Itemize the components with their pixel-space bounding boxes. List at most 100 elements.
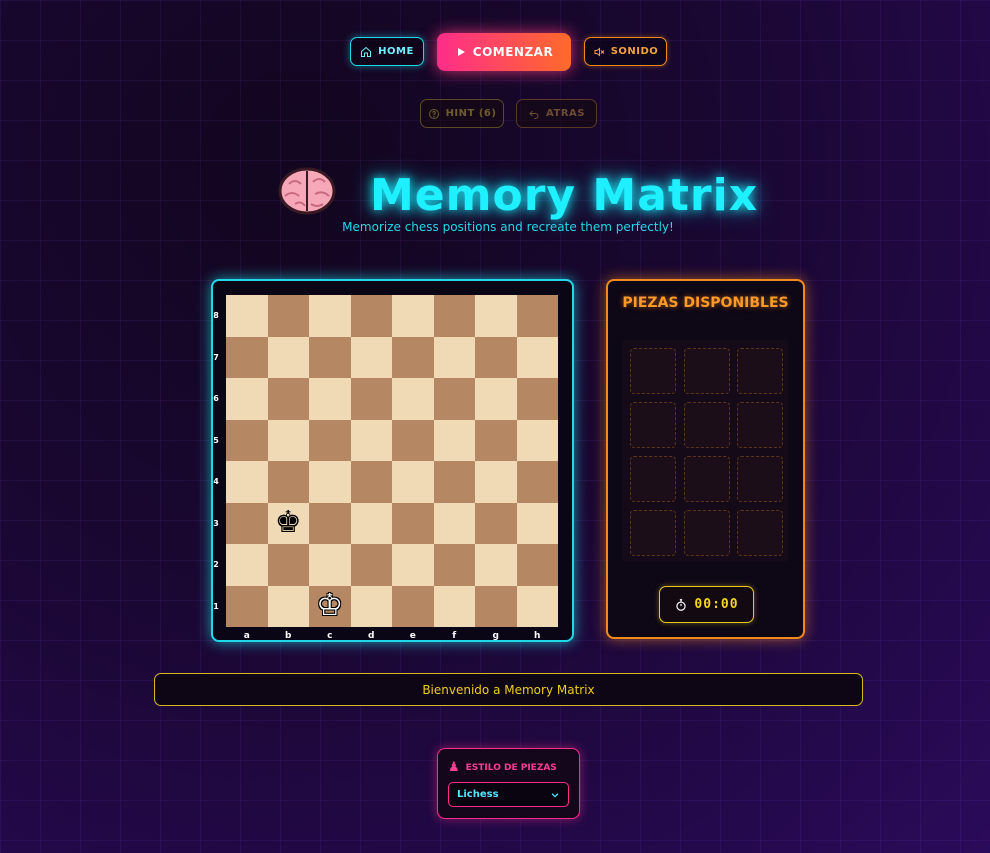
start-button[interactable]: COMENZAR — [437, 33, 571, 71]
square-g7[interactable] — [475, 336, 517, 378]
square-g8[interactable] — [475, 295, 517, 337]
square-d1[interactable] — [350, 585, 392, 627]
square-b1[interactable] — [267, 585, 309, 627]
square-h6[interactable] — [516, 378, 558, 420]
square-h1[interactable] — [516, 585, 558, 627]
square-c6[interactable] — [309, 378, 351, 420]
square-f7[interactable] — [433, 336, 475, 378]
file-label: a — [243, 631, 250, 641]
question-circle-icon — [428, 108, 439, 119]
square-f1[interactable] — [433, 585, 475, 627]
piece-style-select[interactable]: Lichess — [448, 782, 569, 807]
home-icon — [361, 46, 372, 57]
square-c5[interactable] — [309, 419, 351, 461]
status-message: Bienvenido a Memory Matrix — [154, 673, 863, 706]
square-h3[interactable] — [516, 502, 558, 544]
rank-label: 1 — [213, 601, 219, 611]
square-c3[interactable] — [309, 502, 351, 544]
piece-style-label: ESTILO DE PIEZAS — [465, 762, 557, 773]
chevron-down-icon — [551, 792, 559, 798]
square-e2[interactable] — [392, 544, 434, 586]
back-button[interactable]: ATRAS — [516, 99, 597, 128]
square-f4[interactable] — [433, 461, 475, 503]
home-button[interactable]: HOME — [350, 37, 424, 66]
square-e3[interactable] — [392, 502, 434, 544]
piece-slot[interactable] — [630, 510, 676, 556]
rank-label: 3 — [213, 518, 219, 528]
piece-slot[interactable] — [683, 510, 730, 556]
square-a6[interactable] — [226, 378, 268, 420]
sound-button[interactable]: SONIDO — [584, 37, 667, 66]
timer: 00:00 — [659, 586, 754, 623]
square-e5[interactable] — [392, 419, 434, 461]
pieces-panel-title: PIEZAS DISPONIBLES — [622, 295, 789, 311]
piece-slot[interactable] — [683, 348, 730, 394]
square-a2[interactable] — [226, 544, 268, 586]
black-king-piece[interactable]: ♚ — [275, 508, 302, 538]
square-a5[interactable] — [226, 419, 268, 461]
square-d8[interactable] — [350, 295, 392, 337]
chess-board[interactable]: ♚ ♔ — [226, 295, 558, 627]
square-h4[interactable] — [516, 461, 558, 503]
piece-slot[interactable] — [683, 402, 730, 448]
square-h2[interactable] — [516, 544, 558, 586]
square-d3[interactable] — [350, 502, 392, 544]
square-h5[interactable] — [516, 419, 558, 461]
square-g4[interactable] — [475, 461, 517, 503]
piece-slot[interactable] — [737, 402, 783, 448]
hint-button[interactable]: HINT (6) — [420, 99, 504, 128]
square-c2[interactable] — [309, 544, 351, 586]
square-b3[interactable]: ♚ — [267, 502, 309, 544]
square-d5[interactable] — [350, 419, 392, 461]
square-b7[interactable] — [267, 336, 309, 378]
square-g5[interactable] — [475, 419, 517, 461]
square-e7[interactable] — [392, 336, 434, 378]
square-g6[interactable] — [475, 378, 517, 420]
play-icon — [457, 48, 465, 56]
square-e1[interactable] — [392, 585, 434, 627]
square-g2[interactable] — [475, 544, 517, 586]
piece-slot[interactable] — [737, 348, 783, 394]
square-a7[interactable] — [226, 336, 268, 378]
stopwatch-icon — [676, 598, 687, 611]
square-b5[interactable] — [267, 419, 309, 461]
square-f8[interactable] — [433, 295, 475, 337]
square-a4[interactable] — [226, 461, 268, 503]
square-b4[interactable] — [267, 461, 309, 503]
piece-slot[interactable] — [630, 456, 676, 502]
piece-slot[interactable] — [737, 510, 783, 556]
square-f2[interactable] — [433, 544, 475, 586]
square-f5[interactable] — [433, 419, 475, 461]
square-c1[interactable]: ♔ — [309, 585, 351, 627]
square-a1[interactable] — [226, 585, 268, 627]
square-c7[interactable] — [309, 336, 351, 378]
square-e8[interactable] — [392, 295, 434, 337]
square-e4[interactable] — [392, 461, 434, 503]
piece-slot[interactable] — [630, 402, 676, 448]
square-h7[interactable] — [516, 336, 558, 378]
rank-label: 6 — [213, 394, 219, 403]
square-g3[interactable] — [475, 502, 517, 544]
file-label: f — [452, 631, 457, 641]
square-d4[interactable] — [350, 461, 392, 503]
timer-value: 00:00 — [694, 597, 739, 612]
piece-slot[interactable] — [737, 456, 783, 502]
square-g1[interactable] — [475, 585, 517, 627]
piece-slot[interactable] — [630, 348, 676, 394]
white-king-piece[interactable]: ♔ — [316, 591, 343, 621]
square-d2[interactable] — [350, 544, 392, 586]
square-b8[interactable] — [267, 295, 309, 337]
square-c8[interactable] — [309, 295, 351, 337]
square-a8[interactable] — [226, 295, 268, 337]
square-f3[interactable] — [433, 502, 475, 544]
piece-slot[interactable] — [683, 456, 730, 502]
square-h8[interactable] — [516, 295, 558, 337]
square-f6[interactable] — [433, 378, 475, 420]
square-b2[interactable] — [267, 544, 309, 586]
square-a3[interactable] — [226, 502, 268, 544]
square-e6[interactable] — [392, 378, 434, 420]
square-b6[interactable] — [267, 378, 309, 420]
square-d6[interactable] — [350, 378, 392, 420]
square-c4[interactable] — [309, 461, 351, 503]
square-d7[interactable] — [350, 336, 392, 378]
